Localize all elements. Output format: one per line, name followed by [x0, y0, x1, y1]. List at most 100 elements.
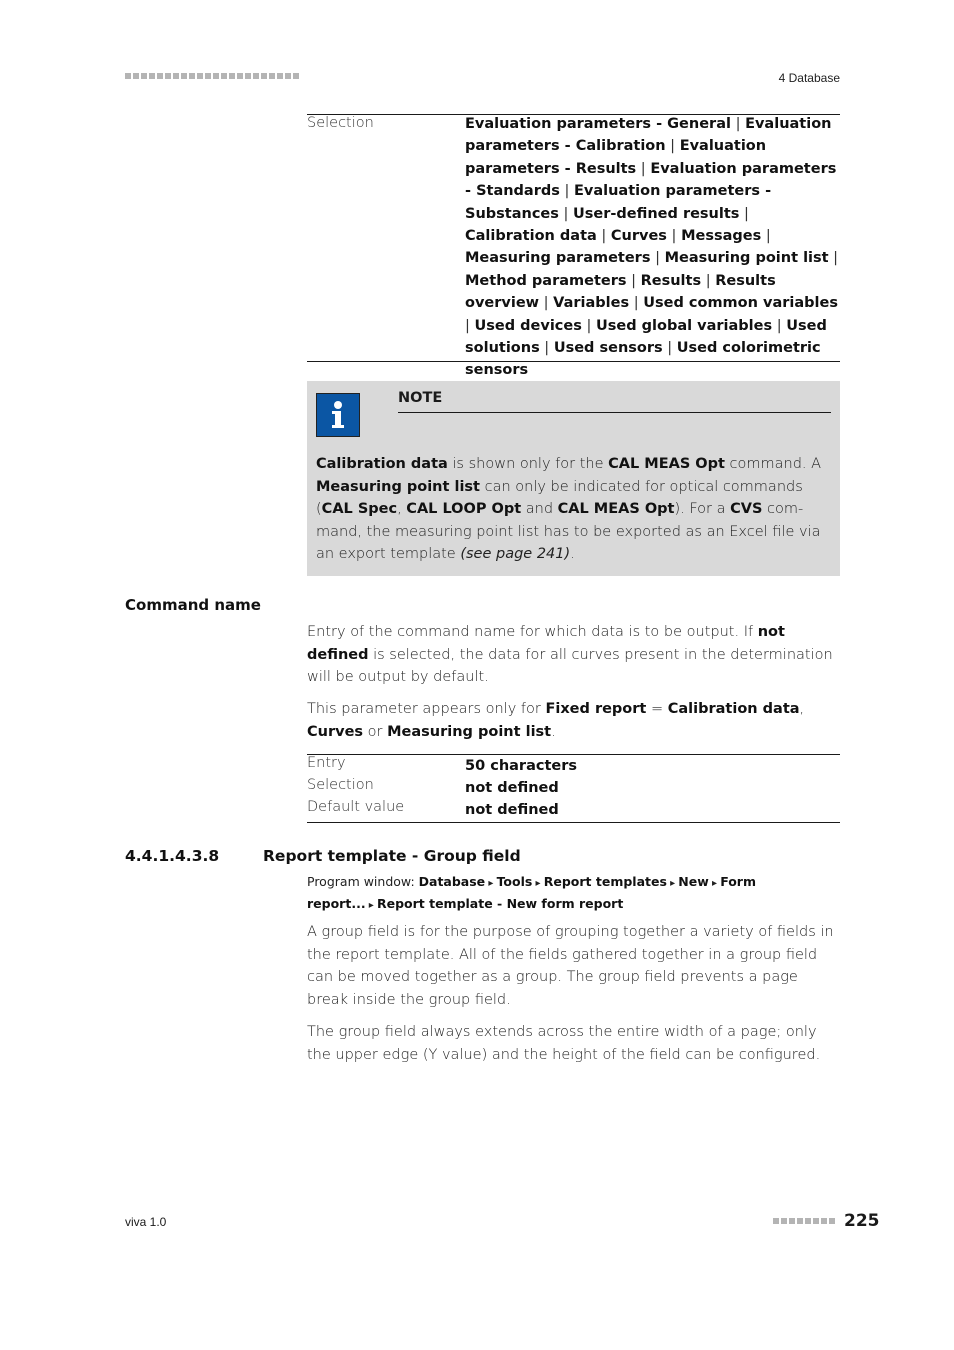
- marker-square: [805, 1218, 811, 1224]
- path-arrow-icon: ▸: [666, 878, 679, 889]
- option-separator: |: [666, 228, 682, 245]
- command-name-description: Entry of the command name for which data…: [307, 624, 833, 686]
- marker-square: [253, 73, 259, 79]
- option-separator: |: [730, 116, 746, 132]
- group-field-extent: The group field always extends across th…: [307, 1024, 821, 1063]
- selection-label: Selection: [307, 115, 374, 131]
- path-item: Database: [418, 874, 486, 889]
- marker-square: [237, 73, 243, 79]
- option-separator: |: [539, 340, 554, 357]
- emphasis: Measuring point list: [316, 478, 480, 495]
- table-row: Entry 50 characters: [307, 755, 840, 777]
- selection-option: Calibration data: [465, 228, 597, 245]
- option-separator: |: [539, 295, 554, 312]
- group-field-description: A group field is for the purpose of grou…: [307, 924, 834, 1008]
- marker-square: [141, 73, 147, 79]
- info-icon: [316, 393, 360, 437]
- selection-option: Results: [640, 272, 702, 289]
- footer-marker: [773, 1218, 835, 1224]
- marker-square: [293, 73, 299, 79]
- option-separator: |: [558, 205, 573, 222]
- path-item: Report template - New form report: [376, 896, 624, 911]
- emphasis: Fixed report: [545, 701, 647, 717]
- emphasis: Curves: [307, 723, 364, 740]
- path-item: New: [678, 874, 709, 889]
- marker-square: [277, 73, 283, 79]
- note-box: NOTE Calibration data is shown only for …: [307, 381, 840, 576]
- cmd-table-bottom-rule: [307, 822, 840, 823]
- path-item: Report templates: [543, 874, 667, 889]
- product-name: viva 1.0: [125, 1215, 167, 1229]
- selection-options: Evaluation parameters - General | Evalua…: [465, 113, 843, 382]
- emphasis: Measuring point list: [387, 723, 552, 740]
- option-separator: |: [559, 183, 574, 200]
- option-separator: |: [761, 228, 771, 245]
- page-reference: (see page 241): [460, 546, 571, 563]
- option-separator: |: [626, 272, 641, 289]
- option-separator: |: [636, 160, 651, 177]
- row-value: not defined: [465, 780, 559, 796]
- row-value: not defined: [465, 802, 559, 818]
- header-marker: [125, 73, 299, 79]
- marker-square: [269, 73, 275, 79]
- marker-square: [789, 1218, 795, 1224]
- path-arrow-icon: ▸: [532, 878, 544, 889]
- selection-option: Used devices: [474, 317, 582, 334]
- emphasis: CAL MEAS Opt: [557, 501, 675, 518]
- option-separator: |: [828, 250, 839, 267]
- selection-option: Messages: [681, 228, 762, 245]
- page-number: 225: [844, 1211, 880, 1231]
- selection-option: User-defined results: [572, 205, 740, 222]
- chapter-title: 4 Database: [778, 71, 840, 85]
- marker-square: [829, 1218, 835, 1224]
- option-separator: |: [650, 250, 665, 267]
- selection-option: Measuring parameters: [465, 250, 651, 267]
- emphasis: Calibration data: [316, 456, 448, 472]
- selection-option: Evaluation parameters - General: [465, 116, 731, 132]
- note-rule: [398, 412, 831, 413]
- marker-square: [285, 73, 291, 79]
- row-label: Default value: [307, 799, 405, 815]
- option-separator: |: [596, 228, 611, 245]
- selection-option: Variables: [553, 295, 630, 312]
- selection-option: Measuring point list: [664, 250, 829, 267]
- emphasis: Calibration data: [667, 701, 800, 717]
- marker-square: [229, 73, 235, 79]
- path-arrow-icon: ▸: [485, 878, 497, 889]
- program-window-path: Program window: Database ▸ Tools ▸ Repor…: [307, 872, 807, 916]
- program-window-label: Program window:: [307, 874, 419, 889]
- option-separator: |: [581, 317, 596, 334]
- marker-square: [173, 73, 179, 79]
- marker-square: [797, 1218, 803, 1224]
- table-bottom-rule: [307, 361, 840, 362]
- table-row: Selection not defined: [307, 777, 840, 799]
- marker-square: [221, 73, 227, 79]
- selection-option: Used global variables: [595, 317, 773, 334]
- command-name-condition: This parameter appears only for Fixed re…: [307, 701, 805, 740]
- marker-square: [197, 73, 203, 79]
- option-separator: |: [629, 295, 644, 312]
- emphasis: CAL MEAS Opt: [608, 456, 725, 472]
- note-text: Calibration data is shown only for the C…: [316, 456, 822, 563]
- option-separator: |: [701, 272, 716, 289]
- option-separator: |: [772, 317, 787, 334]
- section-title: Report template - Group field: [263, 847, 521, 865]
- marker-square: [213, 73, 219, 79]
- row-value: 50 characters: [465, 758, 578, 774]
- selection-option: Curves: [610, 228, 667, 245]
- path-arrow-icon: ▸: [365, 900, 377, 911]
- row-label: Selection: [307, 777, 374, 793]
- emphasis: CAL Spec: [321, 501, 398, 518]
- note-title: NOTE: [398, 390, 443, 406]
- marker-square: [813, 1218, 819, 1224]
- command-name-heading: Command name: [125, 596, 261, 614]
- marker-square: [773, 1218, 779, 1224]
- marker-square: [133, 73, 139, 79]
- path-item: Tools: [496, 874, 533, 889]
- selection-option: Used common variables: [643, 295, 838, 312]
- marker-square: [149, 73, 155, 79]
- table-row: Default value not defined: [307, 799, 840, 821]
- marker-square: [245, 73, 251, 79]
- option-separator: |: [465, 317, 475, 334]
- path-arrow-icon: ▸: [708, 878, 721, 889]
